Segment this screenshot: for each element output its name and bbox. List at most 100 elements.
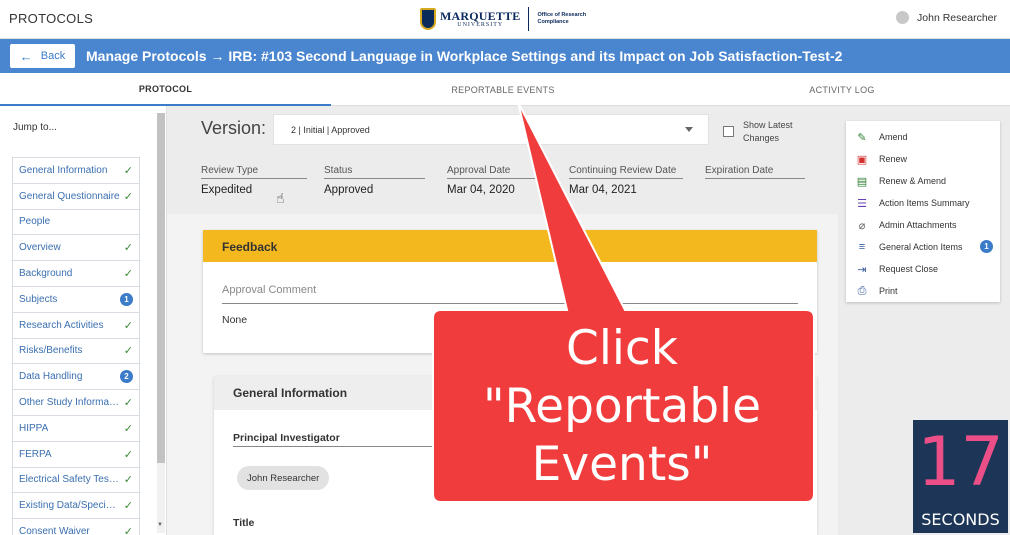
action-item[interactable]: ⇥ Request Close bbox=[846, 258, 1000, 280]
sidebar-item-label: Electrical Safety Testing bbox=[19, 474, 121, 486]
meta-label: Expiration Date bbox=[705, 165, 805, 179]
avatar bbox=[896, 11, 910, 24]
action-item[interactable]: ▣ Renew bbox=[846, 148, 1000, 170]
page-title: Manage Protocols → IRB: #103 Second Lang… bbox=[86, 48, 843, 64]
sidebar-item[interactable]: Research Activities ✓ bbox=[13, 312, 139, 339]
arrow-left-icon: ← bbox=[19, 48, 33, 64]
approval-comment-value: None bbox=[222, 314, 248, 326]
sidebar-item[interactable]: Consent Waiver ✓ bbox=[13, 519, 139, 535]
sidebar-item[interactable]: Subjects 1 bbox=[13, 286, 139, 313]
logo-sub: UNIVERSITY bbox=[457, 22, 504, 28]
action-item[interactable]: ⎙ Print bbox=[846, 280, 1000, 302]
calendar-check-icon: ▣ bbox=[856, 153, 868, 166]
meta-label: Status bbox=[324, 165, 425, 179]
university-logo[interactable]: MARQUETTE UNIVERSITY Office of Research … bbox=[420, 5, 586, 33]
meta-label: Approval Date bbox=[447, 165, 550, 179]
sidebar-item-label: General Questionnaire bbox=[19, 190, 120, 202]
sidebar-item[interactable]: Background ✓ bbox=[13, 261, 139, 287]
sidebar-item[interactable]: Electrical Safety Testing ✓ bbox=[13, 467, 139, 494]
sidebar-item[interactable]: General Questionnaire ✓ bbox=[13, 183, 139, 210]
tab-protocol[interactable]: PROTOCOL bbox=[0, 73, 331, 106]
hand-cursor-icon: ☝ bbox=[276, 190, 285, 206]
sidebar-item-label: General Information bbox=[19, 164, 108, 176]
sidebar-item-label: Subjects bbox=[19, 293, 58, 305]
meta-continuing-review-date: Continuing Review Date Mar 04, 2021 bbox=[569, 165, 683, 196]
sidebar-item-label: People bbox=[19, 216, 51, 228]
shield-icon bbox=[420, 8, 436, 30]
message-icon: ≡ bbox=[858, 241, 866, 253]
callout-line3: Events" bbox=[531, 437, 713, 492]
show-latest-label[interactable]: Show Latest Changes bbox=[743, 119, 813, 145]
check-icon: ✓ bbox=[123, 242, 133, 255]
feedback-title: Feedback bbox=[203, 230, 817, 262]
sidebar-item[interactable]: HIPPA ✓ bbox=[13, 415, 139, 442]
top-bar: PROTOCOLS MARQUETTE UNIVERSITY Office of… bbox=[0, 0, 1010, 39]
version-label: Version: bbox=[201, 118, 267, 138]
meta-approval-date: Approval Date Mar 04, 2020 bbox=[447, 165, 550, 196]
title-label: Title bbox=[233, 517, 255, 529]
sidebar-item-label: Overview bbox=[19, 242, 61, 254]
meta-value: Mar 04, 2021 bbox=[569, 184, 637, 196]
sidebar-item[interactable]: Existing Data/Specimens ✓ bbox=[13, 493, 139, 520]
action-item[interactable]: ⌀ Admin Attachments bbox=[846, 214, 1000, 236]
version-select[interactable]: 2 | Initial | Approved bbox=[273, 114, 709, 145]
sidebar-item[interactable]: Data Handling 2 bbox=[13, 364, 139, 391]
sidebar-item-label: Data Handling bbox=[19, 371, 83, 383]
action-item[interactable]: ✎ Amend bbox=[846, 126, 1000, 148]
pencil-icon: ✎ bbox=[857, 131, 867, 144]
timer-unit: SECONDS bbox=[921, 510, 1000, 529]
sidebar-item[interactable]: People bbox=[13, 209, 139, 236]
user-menu[interactable]: John Researcher bbox=[896, 11, 997, 24]
action-item-label: Print bbox=[879, 286, 898, 296]
printer-icon: ⎙ bbox=[857, 284, 867, 297]
investigator-chip[interactable]: John Researcher bbox=[237, 466, 330, 490]
scrollbar-thumb[interactable] bbox=[157, 113, 165, 463]
timer-value: 17 bbox=[917, 423, 1004, 502]
meta-status: Status Approved bbox=[324, 165, 425, 196]
calendar-edit-icon: ▤ bbox=[856, 175, 868, 188]
check-icon: ✓ bbox=[123, 422, 133, 435]
caret-down-icon bbox=[685, 127, 693, 132]
approval-comment-underline bbox=[222, 303, 798, 304]
sidebar-item-label: HIPPA bbox=[19, 422, 49, 434]
meta-label: Review Type bbox=[201, 165, 307, 179]
check-icon: ✓ bbox=[123, 164, 133, 177]
back-button[interactable]: ← Back bbox=[10, 44, 75, 68]
sidebar-scrollbar[interactable] bbox=[157, 113, 165, 533]
jump-to-label: Jump to... bbox=[13, 122, 57, 133]
sidebar-item-label: Research Activities bbox=[19, 319, 104, 331]
tab-reportable-events[interactable]: REPORTABLE EVENTS bbox=[338, 73, 668, 106]
sidebar-item[interactable]: FERPA ✓ bbox=[13, 441, 139, 468]
action-item[interactable]: ▤ Renew & Amend bbox=[846, 170, 1000, 192]
sidebar-item[interactable]: Risks/Benefits ✓ bbox=[13, 338, 139, 365]
app-title[interactable]: PROTOCOLS bbox=[9, 11, 93, 26]
tab-activity-log[interactable]: ACTIVITY LOG bbox=[677, 73, 1007, 106]
callout-text: Click "Reportable Events" bbox=[432, 320, 812, 494]
protocol-meta: Review Type Expedited Status Approved Ap… bbox=[167, 154, 838, 214]
sidebar-item[interactable]: General Information ✓ bbox=[13, 158, 139, 184]
action-item-label: Amend bbox=[879, 132, 908, 142]
logo-divider bbox=[528, 7, 530, 31]
sidebar-item-label: Existing Data/Specimens bbox=[19, 500, 121, 512]
logo-office-line1: Office of Research bbox=[537, 12, 587, 19]
count-badge: 1 bbox=[120, 292, 133, 306]
scroll-down-icon[interactable]: ▼ bbox=[157, 522, 163, 528]
sidebar-item[interactable]: Other Study Information ✓ bbox=[13, 390, 139, 416]
sidebar-item[interactable]: Overview ✓ bbox=[13, 235, 139, 262]
check-icon: ✓ bbox=[123, 500, 133, 513]
meta-value: Expedited bbox=[201, 184, 253, 196]
section-nav-list: General Information ✓ General Questionnair… bbox=[12, 157, 140, 535]
check-icon: ✓ bbox=[123, 190, 133, 203]
action-menu: ✎ Amend ▣ Renew ▤ Renew & Amend ☰ Action Items … bbox=[846, 121, 1000, 302]
meta-expiration-date: Expiration Date bbox=[705, 165, 805, 184]
check-icon: ✓ bbox=[123, 319, 133, 332]
user-name: John Researcher bbox=[917, 11, 997, 24]
action-item[interactable]: ≡ General Action Items 1 bbox=[846, 236, 1000, 258]
sidebar-item-label: Other Study Information bbox=[19, 397, 121, 409]
check-icon: ✓ bbox=[123, 526, 133, 535]
tab-bar: PROTOCOL REPORTABLE EVENTS ACTIVITY LOG bbox=[0, 73, 1010, 106]
check-icon: ✓ bbox=[123, 474, 133, 487]
action-item[interactable]: ☰ Action Items Summary bbox=[846, 192, 1000, 214]
check-icon: ✓ bbox=[123, 397, 133, 410]
show-latest-checkbox[interactable] bbox=[723, 126, 734, 137]
